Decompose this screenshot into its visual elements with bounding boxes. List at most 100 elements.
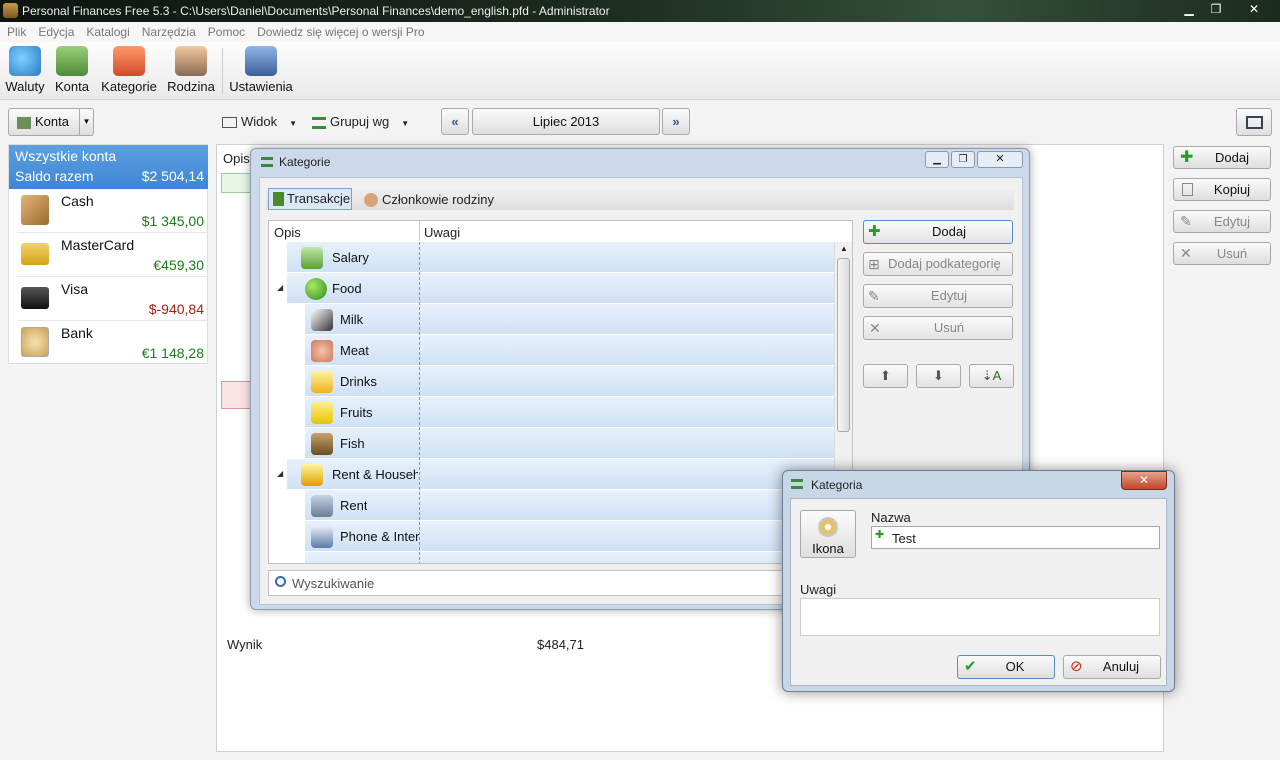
currency-icon bbox=[9, 46, 41, 76]
sort-az-button[interactable]: ⇣A bbox=[969, 364, 1014, 388]
panel-toggle-button[interactable] bbox=[1236, 108, 1272, 136]
copy-icon bbox=[1182, 183, 1193, 196]
scroll-up-icon[interactable]: ▲ bbox=[840, 244, 848, 253]
column-divider bbox=[419, 221, 420, 241]
tree-row-meat[interactable]: Meat bbox=[305, 335, 834, 366]
minimize-button[interactable]: ▁ bbox=[1176, 0, 1202, 19]
kategoria-dialog: Kategoria ✕ Ikona Nazwa ✚ Test Uwagi ✔ OK… bbox=[782, 470, 1175, 692]
account-item-mastercard[interactable]: MasterCard €459,30 bbox=[17, 233, 208, 277]
all-accounts-item[interactable]: Wszystkie konta Saldo razem $2 504,14 bbox=[9, 145, 208, 189]
window-title: Personal Finances Free 5.3 - C:\Users\Da… bbox=[22, 4, 610, 18]
kategoria-title: Kategoria bbox=[811, 478, 863, 492]
banana-icon bbox=[311, 402, 333, 424]
wynik-value: $484,71 bbox=[537, 637, 584, 652]
rodzina-button[interactable]: Rodzina bbox=[166, 46, 216, 94]
view-icon bbox=[222, 117, 237, 129]
grupuj-dropdown[interactable]: Grupuj wg ▼ bbox=[312, 114, 409, 129]
tree-row-drinks[interactable]: Drinks bbox=[305, 366, 834, 397]
tree-row-salary[interactable]: Salary bbox=[287, 242, 834, 273]
prev-period-button[interactable]: « bbox=[441, 108, 469, 135]
move-up-button[interactable]: ⬆ bbox=[863, 364, 908, 388]
plus-icon: ✚ bbox=[1180, 149, 1194, 166]
kategorie-button[interactable]: Kategorie bbox=[98, 46, 160, 94]
anuluj-button[interactable]: ⊘ Anuluj bbox=[1063, 655, 1161, 679]
salary-icon bbox=[301, 247, 323, 269]
widok-dropdown[interactable]: Widok ▼ bbox=[222, 114, 297, 129]
category-tree: Opis Uwagi Salary ◢ Food Milk Meat Drink… bbox=[268, 220, 853, 564]
kopiuj-button[interactable]: Kopiuj bbox=[1173, 178, 1271, 201]
collapse-icon[interactable]: ◢ bbox=[277, 283, 283, 292]
income-group-header[interactable] bbox=[221, 173, 251, 193]
accounts-icon bbox=[17, 116, 31, 129]
close-button[interactable]: ✕ bbox=[1121, 471, 1167, 490]
konta-button[interactable]: Konta bbox=[52, 46, 92, 94]
maximize-button[interactable]: ❐ bbox=[951, 151, 975, 168]
account-item-bank[interactable]: Bank €1 148,28 bbox=[17, 321, 208, 365]
menu-pomoc[interactable]: Pomoc bbox=[208, 25, 245, 39]
all-accounts-label: Wszystkie konta bbox=[15, 148, 117, 164]
money-icon bbox=[56, 46, 88, 76]
toolbar-separator bbox=[222, 48, 223, 94]
tree-row-rent[interactable]: Rent bbox=[305, 490, 834, 521]
kat-dodaj-button[interactable]: ✚ Dodaj bbox=[863, 220, 1013, 244]
uwagi-field[interactable] bbox=[800, 598, 1160, 636]
scrollbar-thumb[interactable] bbox=[837, 258, 850, 432]
menu-narzedzia[interactable]: Narzędzia bbox=[142, 25, 196, 39]
ok-button[interactable]: ✔ OK bbox=[957, 655, 1055, 679]
add-subcategory-icon: ⊞ bbox=[868, 256, 880, 272]
nazwa-label: Nazwa bbox=[871, 510, 911, 525]
cd-icon bbox=[818, 517, 838, 537]
lightning-icon bbox=[301, 464, 323, 486]
menu-plik[interactable]: Plik bbox=[7, 25, 26, 39]
account-item-cash[interactable]: Cash $1 345,00 bbox=[17, 189, 208, 233]
credit-card-icon bbox=[21, 243, 49, 265]
ustawienia-button[interactable]: Ustawienia bbox=[228, 46, 294, 94]
dodaj-button[interactable]: ✚ Dodaj bbox=[1173, 146, 1271, 169]
menu-pro[interactable]: Dowiedz się więcej o wersji Pro bbox=[257, 25, 424, 39]
tree-row-milk[interactable]: Milk bbox=[305, 304, 834, 335]
close-button[interactable]: ✕ bbox=[1232, 0, 1276, 19]
close-button[interactable]: ✕ bbox=[977, 151, 1023, 168]
family-icon bbox=[364, 193, 378, 207]
delete-icon: ✕ bbox=[1180, 245, 1192, 261]
safe-icon bbox=[21, 327, 49, 357]
move-down-button[interactable]: ⬇ bbox=[916, 364, 961, 388]
col-opis-header: Opis bbox=[223, 151, 250, 166]
tab-czlonkowie[interactable]: Członkowie rodziny bbox=[364, 190, 494, 210]
col-opis-header: Opis bbox=[274, 225, 301, 240]
meat-icon bbox=[311, 340, 333, 362]
usun-button[interactable]: ✕ Usuń bbox=[1173, 242, 1271, 265]
wallet-icon bbox=[21, 195, 49, 225]
account-item-visa[interactable]: Visa $-940,84 bbox=[17, 277, 208, 321]
menu-edycja[interactable]: Edycja bbox=[38, 25, 74, 39]
transactions-icon bbox=[273, 192, 284, 206]
search-input[interactable]: Wyszukiwanie bbox=[268, 570, 853, 596]
kat-usun-button[interactable]: ✕ Usuń bbox=[863, 316, 1013, 340]
edytuj-button[interactable]: ✎ Edytuj bbox=[1173, 210, 1271, 233]
tree-row-fruits[interactable]: Fruits bbox=[305, 397, 834, 428]
kategoria-content: Ikona Nazwa ✚ Test Uwagi ✔ OK ⊘ Anuluj bbox=[790, 498, 1167, 686]
maximize-button[interactable]: ❐ bbox=[1203, 0, 1229, 19]
tree-row-rent-household[interactable]: Rent & Household bbox=[287, 459, 834, 490]
chevron-down-icon: ▼ bbox=[401, 119, 410, 128]
tab-transakcje[interactable]: Transakcje bbox=[268, 188, 352, 210]
konta-dropdown-button[interactable]: Konta ▼ bbox=[8, 108, 94, 136]
wynik-label: Wynik bbox=[227, 637, 263, 652]
collapse-icon[interactable]: ◢ bbox=[277, 469, 283, 478]
credit-card-icon bbox=[21, 287, 49, 309]
ikona-button[interactable]: Ikona bbox=[800, 510, 856, 558]
minimize-button[interactable]: ▁ bbox=[925, 151, 949, 168]
waluty-button[interactable]: Waluty bbox=[4, 46, 46, 94]
nazwa-field[interactable]: ✚ Test bbox=[871, 526, 1160, 549]
accounts-panel: Wszystkie konta Saldo razem $2 504,14 Ca… bbox=[8, 144, 208, 364]
kat-dodaj-podkategorie-button[interactable]: ⊞ Dodaj podkategorię bbox=[863, 252, 1013, 276]
tree-row-food[interactable]: Food bbox=[287, 273, 834, 304]
expense-group-header[interactable] bbox=[221, 381, 251, 409]
tree-row-phone-internet[interactable]: Phone & Internet bbox=[305, 521, 834, 552]
kat-edytuj-button[interactable]: ✎ Edytuj bbox=[863, 284, 1013, 308]
family-icon bbox=[175, 46, 207, 76]
period-display[interactable]: Lipiec 2013 bbox=[472, 108, 660, 135]
next-period-button[interactable]: » bbox=[662, 108, 690, 135]
menu-katalogi[interactable]: Katalogi bbox=[86, 25, 129, 39]
tree-row-fish[interactable]: Fish bbox=[305, 428, 834, 459]
